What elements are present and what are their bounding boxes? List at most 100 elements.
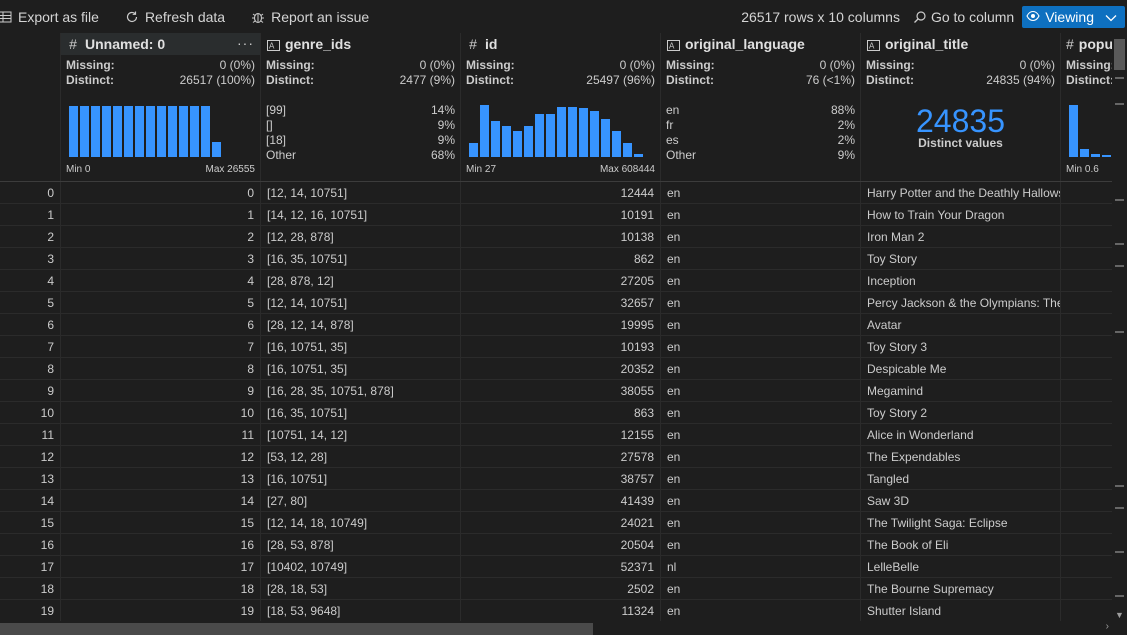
cell-genre-ids[interactable]: [16, 28, 35, 10751, 878]	[260, 380, 460, 402]
cell-popularity[interactable]	[1060, 556, 1112, 578]
cell-id[interactable]: 10191	[460, 204, 660, 226]
cell-original-language[interactable]: en	[660, 248, 860, 270]
column-header[interactable]: Aoriginal_language Missing: 0 (0%) Distinct…	[660, 33, 860, 181]
cell-unnamed[interactable]: 12	[60, 446, 260, 468]
cell-original-title[interactable]: Tangled	[860, 468, 1060, 490]
horizontal-scrollbar[interactable]: ›	[0, 621, 1127, 635]
cell-unnamed[interactable]: 13	[60, 468, 260, 490]
cell-original-language[interactable]: en	[660, 226, 860, 248]
column-title[interactable]: Aoriginal_language	[661, 33, 860, 55]
cell-genre-ids[interactable]: [16, 35, 10751]	[260, 248, 460, 270]
table-row[interactable]: 2 2 [12, 28, 878] 10138 en Iron Man 2	[0, 226, 1112, 248]
viewing-mode-dropdown[interactable]: Viewing	[1022, 5, 1125, 28]
cell-unnamed[interactable]: 11	[60, 424, 260, 446]
cell-unnamed[interactable]: 10	[60, 402, 260, 424]
cell-popularity[interactable]	[1060, 534, 1112, 556]
cell-genre-ids[interactable]: [28, 12, 14, 878]	[260, 314, 460, 336]
cell-popularity[interactable]	[1060, 182, 1112, 204]
cell-original-title[interactable]: The Book of Eli	[860, 534, 1060, 556]
cell-original-language[interactable]: en	[660, 336, 860, 358]
cell-genre-ids[interactable]: [18, 53, 9648]	[260, 600, 460, 621]
cell-id[interactable]: 10138	[460, 226, 660, 248]
cell-unnamed[interactable]: 0	[60, 182, 260, 204]
table-row[interactable]: 5 5 [12, 14, 10751] 32657 en Percy Jackson & …	[0, 292, 1112, 314]
more-options-icon[interactable]: ···	[237, 35, 254, 51]
cell-original-language[interactable]: en	[660, 182, 860, 204]
cell-popularity[interactable]	[1060, 358, 1112, 380]
cell-original-language[interactable]: en	[660, 446, 860, 468]
cell-popularity[interactable]	[1060, 402, 1112, 424]
table-row[interactable]: 18 18 [28, 18, 53] 2502 en The Bourne Suprema…	[0, 578, 1112, 600]
cell-id[interactable]: 10193	[460, 336, 660, 358]
cell-original-title[interactable]: LelleBelle	[860, 556, 1060, 578]
cell-id[interactable]: 27578	[460, 446, 660, 468]
cell-id[interactable]: 863	[460, 402, 660, 424]
cell-genre-ids[interactable]: [14, 12, 16, 10751]	[260, 204, 460, 226]
table-row[interactable]: 16 16 [28, 53, 878] 20504 en The Book of Eli	[0, 534, 1112, 556]
cell-popularity[interactable]	[1060, 270, 1112, 292]
cell-id[interactable]: 19995	[460, 314, 660, 336]
cell-popularity[interactable]	[1060, 292, 1112, 314]
cell-original-language[interactable]: en	[660, 468, 860, 490]
report-issue-button[interactable]: Report an issue	[251, 0, 369, 33]
cell-id[interactable]: 52371	[460, 556, 660, 578]
column-title[interactable]: Aoriginal_title	[861, 33, 1060, 55]
cell-original-title[interactable]: Alice in Wonderland	[860, 424, 1060, 446]
table-row[interactable]: 10 10 [16, 35, 10751] 863 en Toy Story 2	[0, 402, 1112, 424]
cell-genre-ids[interactable]: [28, 878, 12]	[260, 270, 460, 292]
cell-unnamed[interactable]: 4	[60, 270, 260, 292]
cell-original-language[interactable]: en	[660, 402, 860, 424]
cell-genre-ids[interactable]: [28, 53, 878]	[260, 534, 460, 556]
cell-popularity[interactable]	[1060, 248, 1112, 270]
cell-id[interactable]: 12155	[460, 424, 660, 446]
cell-unnamed[interactable]: 6	[60, 314, 260, 336]
table-row[interactable]: 8 8 [16, 10751, 35] 20352 en Despicable Me	[0, 358, 1112, 380]
cell-id[interactable]: 20504	[460, 534, 660, 556]
cell-id[interactable]: 32657	[460, 292, 660, 314]
cell-popularity[interactable]	[1060, 512, 1112, 534]
cell-genre-ids[interactable]: [16, 35, 10751]	[260, 402, 460, 424]
cell-unnamed[interactable]: 5	[60, 292, 260, 314]
cell-genre-ids[interactable]: [27, 80]	[260, 490, 460, 512]
column-title[interactable]: Agenre_ids	[261, 33, 460, 55]
cell-popularity[interactable]	[1060, 468, 1112, 490]
column-header[interactable]: #popularityMissing:Distinct:Min 0.6	[1060, 33, 1122, 181]
cell-unnamed[interactable]: 16	[60, 534, 260, 556]
scroll-down-arrow-icon[interactable]: ▼	[1115, 610, 1124, 620]
cell-original-title[interactable]: How to Train Your Dragon	[860, 204, 1060, 226]
cell-genre-ids[interactable]: [12, 14, 18, 10749]	[260, 512, 460, 534]
table-row[interactable]: 14 14 [27, 80] 41439 en Saw 3D	[0, 490, 1112, 512]
cell-unnamed[interactable]: 7	[60, 336, 260, 358]
cell-popularity[interactable]	[1060, 600, 1112, 621]
cell-original-title[interactable]: Toy Story 3	[860, 336, 1060, 358]
cell-genre-ids[interactable]: [10751, 14, 12]	[260, 424, 460, 446]
cell-unnamed[interactable]: 14	[60, 490, 260, 512]
cell-original-language[interactable]: nl	[660, 556, 860, 578]
cell-original-title[interactable]: Toy Story	[860, 248, 1060, 270]
horizontal-scroll-thumb[interactable]	[0, 623, 593, 635]
cell-original-title[interactable]: The Expendables	[860, 446, 1060, 468]
cell-genre-ids[interactable]: [10402, 10749]	[260, 556, 460, 578]
cell-id[interactable]: 862	[460, 248, 660, 270]
cell-unnamed[interactable]: 18	[60, 578, 260, 600]
cell-id[interactable]: 38757	[460, 468, 660, 490]
cell-genre-ids[interactable]: [12, 14, 10751]	[260, 292, 460, 314]
cell-id[interactable]: 24021	[460, 512, 660, 534]
table-row[interactable]: 0 0 [12, 14, 10751] 12444 en Harry Potter and…	[0, 182, 1112, 204]
column-header[interactable]: # Unnamed: 0 ··· Missing: 0 (0%) Distinct: 265…	[60, 33, 260, 181]
table-row[interactable]: 9 9 [16, 28, 35, 10751, 878] 38055 en Megamin…	[0, 380, 1112, 402]
cell-original-language[interactable]: en	[660, 380, 860, 402]
cell-original-title[interactable]: The Twilight Saga: Eclipse	[860, 512, 1060, 534]
export-button[interactable]: Export as file	[0, 0, 99, 33]
table-row[interactable]: 19 19 [18, 53, 9648] 11324 en Shutter Island	[0, 600, 1112, 621]
column-header[interactable]: Aoriginal_title Missing: 0 (0%) Distinct: 24…	[860, 33, 1060, 181]
table-row[interactable]: 11 11 [10751, 14, 12] 12155 en Alice in Wonde…	[0, 424, 1112, 446]
cell-genre-ids[interactable]: [12, 28, 878]	[260, 226, 460, 248]
table-row[interactable]: 13 13 [16, 10751] 38757 en Tangled	[0, 468, 1112, 490]
cell-genre-ids[interactable]: [12, 14, 10751]	[260, 182, 460, 204]
cell-original-language[interactable]: en	[660, 534, 860, 556]
cell-id[interactable]: 38055	[460, 380, 660, 402]
cell-id[interactable]: 41439	[460, 490, 660, 512]
cell-original-title[interactable]: Megamind	[860, 380, 1060, 402]
column-title[interactable]: # Unnamed: 0	[61, 33, 260, 55]
